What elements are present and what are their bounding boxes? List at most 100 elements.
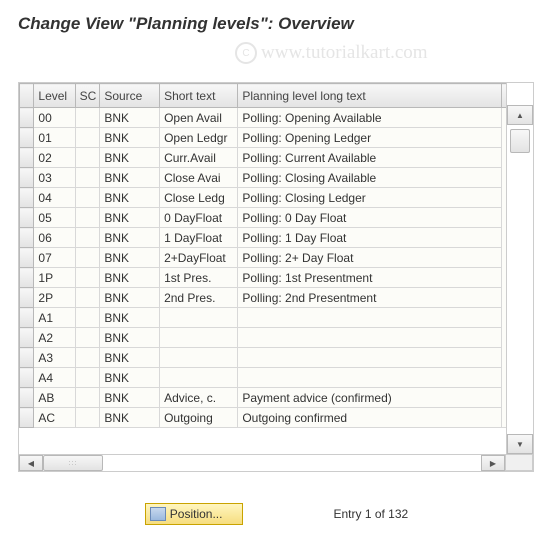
row-handle[interactable] xyxy=(20,248,34,268)
cell-short[interactable]: 1 DayFloat xyxy=(160,228,238,248)
cell-source[interactable]: BNK xyxy=(100,268,160,288)
row-handle[interactable] xyxy=(20,208,34,228)
cell-level[interactable]: 02 xyxy=(34,148,75,168)
row-select-header[interactable] xyxy=(20,84,34,108)
cell-level[interactable]: 1P xyxy=(34,268,75,288)
cell-source[interactable]: BNK xyxy=(100,128,160,148)
cell-source[interactable]: BNK xyxy=(100,108,160,128)
cell-sc[interactable] xyxy=(75,108,100,128)
cell-level[interactable]: 05 xyxy=(34,208,75,228)
row-handle[interactable] xyxy=(20,388,34,408)
cell-short[interactable]: 2nd Pres. xyxy=(160,288,238,308)
cell-long[interactable]: Outgoing confirmed xyxy=(238,408,502,428)
cell-short[interactable]: Curr.Avail xyxy=(160,148,238,168)
cell-short[interactable]: 2+DayFloat xyxy=(160,248,238,268)
cell-level[interactable]: 06 xyxy=(34,228,75,248)
cell-sc[interactable] xyxy=(75,408,100,428)
table-row[interactable]: 00 BNKOpen AvailPolling: Opening Availabl… xyxy=(20,108,533,128)
row-handle[interactable] xyxy=(20,268,34,288)
cell-long[interactable]: Polling: 0 Day Float xyxy=(238,208,502,228)
cell-long[interactable]: Polling: 1 Day Float xyxy=(238,228,502,248)
col-header-long[interactable]: Planning level long text xyxy=(238,84,502,108)
cell-short[interactable]: Outgoing xyxy=(160,408,238,428)
cell-short[interactable] xyxy=(160,368,238,388)
cell-source[interactable]: BNK xyxy=(100,148,160,168)
horizontal-scrollbar[interactable]: ◀ ::: ▶ xyxy=(19,454,505,471)
cell-sc[interactable] xyxy=(75,168,100,188)
cell-long[interactable]: Polling: Opening Available xyxy=(238,108,502,128)
cell-level[interactable]: 2P xyxy=(34,288,75,308)
cell-sc[interactable] xyxy=(75,148,100,168)
vertical-scrollbar[interactable]: ▲ ▼ xyxy=(506,83,533,454)
cell-sc[interactable] xyxy=(75,348,100,368)
cell-source[interactable]: BNK xyxy=(100,288,160,308)
cell-short[interactable]: Open Ledgr xyxy=(160,128,238,148)
table-row[interactable]: 06 BNK1 DayFloatPolling: 1 Day Float xyxy=(20,228,533,248)
scroll-up-button[interactable]: ▲ xyxy=(507,105,533,125)
cell-short[interactable]: Close Avai xyxy=(160,168,238,188)
cell-level[interactable]: 00 xyxy=(34,108,75,128)
col-header-level[interactable]: Level xyxy=(34,84,75,108)
cell-short[interactable] xyxy=(160,308,238,328)
cell-source[interactable]: BNK xyxy=(100,368,160,388)
cell-long[interactable]: Payment advice (confirmed) xyxy=(238,388,502,408)
cell-source[interactable]: BNK xyxy=(100,228,160,248)
cell-long[interactable]: Polling: 2+ Day Float xyxy=(238,248,502,268)
position-button[interactable]: Position... xyxy=(145,503,244,525)
cell-source[interactable]: BNK xyxy=(100,308,160,328)
col-header-sc[interactable]: SC xyxy=(75,84,100,108)
row-handle[interactable] xyxy=(20,288,34,308)
cell-source[interactable]: BNK xyxy=(100,248,160,268)
row-handle[interactable] xyxy=(20,188,34,208)
table-row[interactable]: 1PBNK1st Pres.Polling: 1st Presentment xyxy=(20,268,533,288)
table-row[interactable]: 02BNKCurr.AvailPolling: Current Availabl… xyxy=(20,148,533,168)
cell-short[interactable] xyxy=(160,348,238,368)
cell-sc[interactable] xyxy=(75,288,100,308)
cell-short[interactable]: 0 DayFloat xyxy=(160,208,238,228)
cell-sc[interactable] xyxy=(75,248,100,268)
cell-sc[interactable] xyxy=(75,188,100,208)
cell-level[interactable]: A4 xyxy=(34,368,75,388)
row-handle[interactable] xyxy=(20,328,34,348)
cell-sc[interactable] xyxy=(75,328,100,348)
table-row[interactable]: 03BNKClose AvaiPolling: Closing Availabl… xyxy=(20,168,533,188)
cell-sc[interactable] xyxy=(75,208,100,228)
cell-long[interactable]: Polling: Closing Available xyxy=(238,168,502,188)
cell-level[interactable]: 07 xyxy=(34,248,75,268)
cell-short[interactable]: 1st Pres. xyxy=(160,268,238,288)
table-row[interactable]: 01 BNKOpen LedgrPolling: Opening Ledger xyxy=(20,128,533,148)
table-row[interactable]: A3 BNK xyxy=(20,348,533,368)
cell-level[interactable]: A1 xyxy=(34,308,75,328)
cell-long[interactable]: Polling: 2nd Presentment xyxy=(238,288,502,308)
cell-level[interactable]: AC xyxy=(34,408,75,428)
row-handle[interactable] xyxy=(20,408,34,428)
cell-sc[interactable] xyxy=(75,228,100,248)
cell-level[interactable]: 01 xyxy=(34,128,75,148)
row-handle[interactable] xyxy=(20,228,34,248)
cell-source[interactable]: BNK xyxy=(100,188,160,208)
row-handle[interactable] xyxy=(20,308,34,328)
scroll-down-button[interactable]: ▼ xyxy=(507,434,533,454)
cell-long[interactable]: Polling: Opening Ledger xyxy=(238,128,502,148)
row-handle[interactable] xyxy=(20,128,34,148)
cell-sc[interactable] xyxy=(75,308,100,328)
cell-level[interactable]: A2 xyxy=(34,328,75,348)
table-row[interactable]: 04BNKClose LedgPolling: Closing Ledger xyxy=(20,188,533,208)
cell-short[interactable]: Close Ledg xyxy=(160,188,238,208)
cell-long[interactable] xyxy=(238,348,502,368)
scroll-thumb-vertical[interactable] xyxy=(510,129,530,153)
cell-source[interactable]: BNK xyxy=(100,348,160,368)
cell-long[interactable] xyxy=(238,368,502,388)
cell-level[interactable]: A3 xyxy=(34,348,75,368)
cell-short[interactable]: Open Avail xyxy=(160,108,238,128)
cell-sc[interactable] xyxy=(75,128,100,148)
row-handle[interactable] xyxy=(20,168,34,188)
table-row[interactable]: 07 BNK2+DayFloatPolling: 2+ Day Float xyxy=(20,248,533,268)
table-row[interactable]: A4 BNK xyxy=(20,368,533,388)
scroll-thumb-horizontal[interactable]: ::: xyxy=(43,455,103,471)
cell-source[interactable]: BNK xyxy=(100,408,160,428)
row-handle[interactable] xyxy=(20,368,34,388)
cell-source[interactable]: BNK xyxy=(100,208,160,228)
cell-long[interactable] xyxy=(238,328,502,348)
cell-source[interactable]: BNK xyxy=(100,388,160,408)
